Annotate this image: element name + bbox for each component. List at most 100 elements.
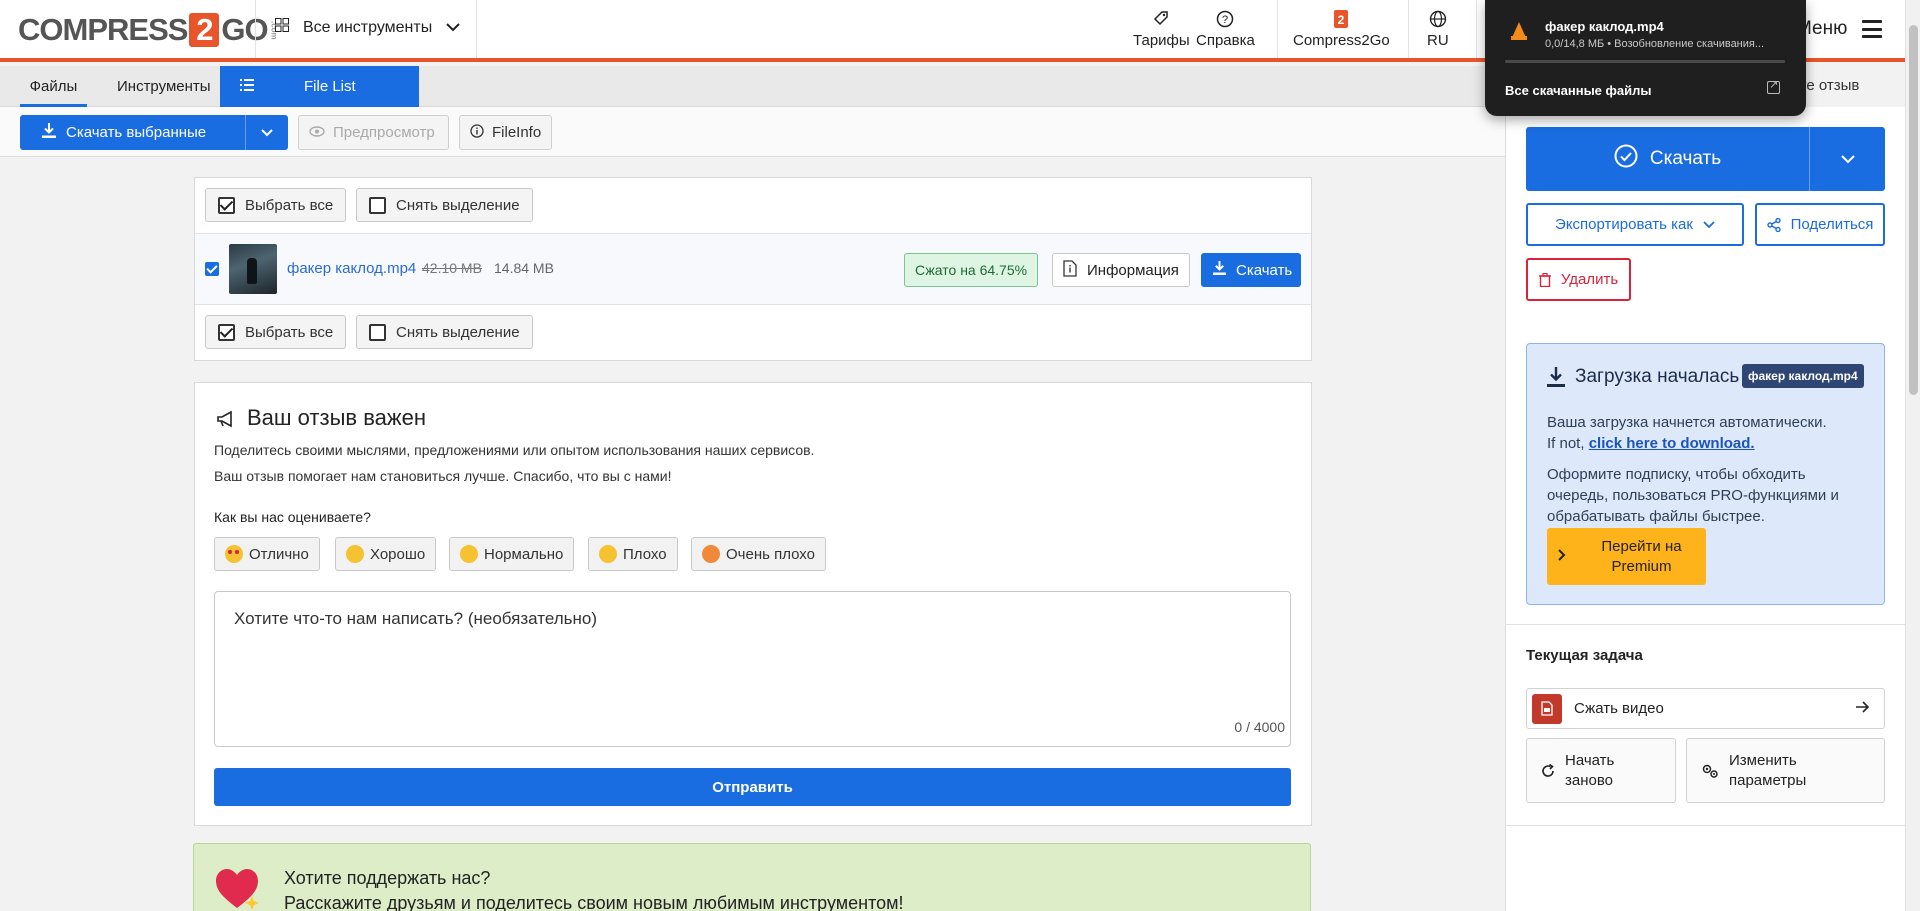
- download-file-name[interactable]: факер каклод.mp4: [1545, 19, 1664, 34]
- download-more-caret[interactable]: [1809, 127, 1885, 191]
- select-all-button-top[interactable]: Выбрать все: [205, 188, 347, 222]
- chevron-down-icon: [261, 128, 273, 136]
- tariffs-link[interactable]: Тарифы: [1133, 10, 1190, 49]
- header-divider: [476, 0, 477, 58]
- fileinfo-button[interactable]: FileInfo: [459, 115, 552, 150]
- checkbox-empty-icon: [369, 323, 386, 341]
- all-downloads-link[interactable]: Все скачанные файлы: [1505, 83, 1652, 98]
- delete-button[interactable]: Удалить: [1526, 258, 1631, 301]
- submit-feedback-button[interactable]: Отправить: [214, 768, 1291, 806]
- export-as-button[interactable]: Экспортировать как: [1526, 203, 1744, 246]
- deselect-button-top[interactable]: Снять выделение: [356, 188, 533, 222]
- vlc-cone-icon: [1511, 22, 1527, 40]
- deselect-button-bottom[interactable]: Снять выделение: [356, 315, 533, 349]
- download-button[interactable]: Скачать: [1526, 127, 1809, 191]
- open-external-icon[interactable]: [1767, 78, 1780, 94]
- character-counter: 0 / 4000: [1234, 719, 1285, 735]
- question-icon: ?: [1216, 10, 1234, 32]
- share-icon: [1766, 217, 1781, 232]
- download-selected-button[interactable]: Скачать выбранные: [20, 115, 245, 150]
- language-label: RU: [1427, 32, 1449, 49]
- brand-label: Compress2Go: [1293, 32, 1390, 49]
- rating-label: Отлично: [249, 545, 309, 563]
- fileinfo-label: FileInfo: [492, 124, 542, 141]
- tariffs-label: Тарифы: [1133, 32, 1190, 49]
- restart-label-1: Начать: [1565, 751, 1615, 769]
- video-thumbnail: [229, 244, 277, 294]
- compress2go-logo[interactable]: COMPRESS 2 GO .com: [18, 12, 279, 47]
- feedback-text-1: Поделитесь своими мыслями, предложениями…: [214, 442, 815, 458]
- tab-file-list[interactable]: File List: [220, 66, 419, 107]
- download-started-panel: Загрузка началась факер каклод.mp4 Ваша …: [1526, 343, 1885, 605]
- download-icon: [1213, 261, 1226, 279]
- grid-icon: [275, 18, 289, 37]
- compress2go-menu[interactable]: 2 Compress2Go: [1293, 10, 1390, 49]
- go-premium-label-1: Перейти на: [1601, 537, 1682, 555]
- header-divider: [1277, 0, 1278, 58]
- export-as-label: Экспортировать как: [1555, 216, 1693, 233]
- file-checkbox[interactable]: [205, 262, 219, 276]
- auto-download-text: Ваша загрузка начнется автоматически.: [1547, 414, 1827, 431]
- change-settings-button[interactable]: Изменить параметры: [1686, 738, 1885, 803]
- compress2go-mini-logo-icon: 2: [1334, 10, 1349, 32]
- checkbox-checked-icon: [218, 196, 235, 214]
- go-premium-button[interactable]: Перейти на Premium: [1547, 528, 1706, 585]
- rating-label: Очень плохо: [726, 545, 815, 563]
- download-label: Скачать: [1649, 148, 1722, 169]
- preview-button[interactable]: Предпросмотр: [298, 115, 449, 150]
- current-task-row[interactable]: Сжать видео: [1526, 688, 1885, 729]
- share-label: Поделиться: [1790, 216, 1874, 233]
- download-started-heading: Загрузка началась: [1547, 366, 1739, 388]
- file-download-label: Скачать: [1236, 261, 1293, 279]
- rating-excellent-button[interactable]: Отлично: [214, 537, 320, 571]
- restart-button[interactable]: Начать заново: [1526, 738, 1676, 803]
- manual-download-link[interactable]: click here to download.: [1589, 435, 1755, 452]
- help-link[interactable]: ? Справка: [1196, 10, 1255, 49]
- scrollbar-thumb[interactable]: [1909, 25, 1918, 395]
- eye-icon: [309, 124, 325, 141]
- select-all-button-bottom[interactable]: Выбрать все: [205, 315, 347, 349]
- file-info-button[interactable]: Информация: [1052, 253, 1190, 287]
- page-scrollbar[interactable]: [1905, 0, 1920, 911]
- file-download-button[interactable]: Скачать: [1201, 253, 1301, 287]
- chevron-right-icon: [1547, 548, 1577, 566]
- rating-normal-button[interactable]: Нормально: [449, 537, 575, 571]
- compressed-size: 14.84 MB: [494, 260, 554, 276]
- feedback-textarea[interactable]: Хотите что-то нам написать? (необязатель…: [214, 591, 1291, 747]
- support-text: Расскажите друзьям и поделитесь своим но…: [284, 893, 904, 911]
- rating-good-button[interactable]: Хорошо: [335, 537, 437, 571]
- subscribe-text: Оформите подписку, чтобы обходить очеред…: [1547, 466, 1839, 525]
- frown-emoji-icon: [599, 545, 617, 563]
- deselect-label: Снять выделение: [396, 196, 520, 214]
- angry-emoji-icon: [702, 545, 720, 563]
- support-title: Хотите поддержать нас?: [284, 868, 491, 888]
- rating-very-bad-button[interactable]: Очень плохо: [691, 537, 826, 571]
- rating-label: Плохо: [623, 545, 667, 563]
- chevron-down-icon: [446, 19, 460, 37]
- hamburger-icon[interactable]: [1862, 20, 1882, 38]
- download-options-caret[interactable]: [245, 115, 288, 150]
- rating-label: Хорошо: [370, 545, 426, 563]
- go-premium-label-2: Premium: [1611, 557, 1672, 575]
- tab-files[interactable]: Файлы: [20, 66, 87, 107]
- restart-label: Начать заново: [1565, 751, 1614, 791]
- tab-tools[interactable]: Инструменты: [117, 66, 211, 107]
- original-size: 42.10 MB: [422, 260, 482, 276]
- if-not-text: If not,: [1547, 435, 1585, 452]
- share-button[interactable]: Поделиться: [1755, 203, 1885, 246]
- info-icon: [470, 123, 484, 142]
- all-tools-dropdown[interactable]: Все инструменты: [275, 18, 460, 37]
- help-label: Справка: [1196, 32, 1255, 49]
- heart-eyes-emoji-icon: [225, 545, 243, 563]
- language-switcher[interactable]: RU: [1427, 10, 1449, 49]
- header-divider: [1476, 0, 1477, 58]
- download-started-title: Загрузка началась: [1575, 366, 1740, 387]
- smile-emoji-icon: [346, 545, 364, 563]
- sidebar-divider: [1505, 624, 1905, 625]
- rating-bad-button[interactable]: Плохо: [588, 537, 678, 571]
- feedback-text-2: Ваш отзыв помогает нам становиться лучше…: [214, 468, 672, 484]
- file-name-link[interactable]: факер каклод.mp4: [287, 260, 416, 277]
- svg-text:2: 2: [1338, 13, 1345, 27]
- logo-badge: 2: [189, 13, 220, 47]
- sidebar-divider: [1505, 825, 1905, 826]
